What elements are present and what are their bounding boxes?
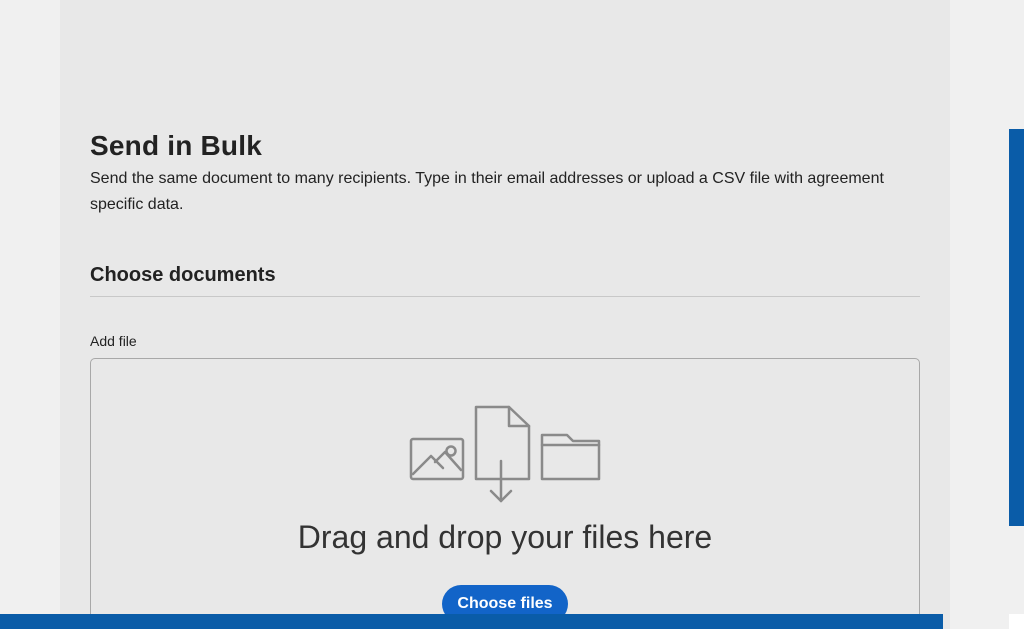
- document-download-icon: [474, 405, 531, 503]
- dropzone-text: Drag and drop your files here: [297, 519, 713, 555]
- folder-icon: [540, 433, 601, 481]
- bottom-accent-bar: [0, 614, 943, 629]
- page-description: Send the same document to many recipient…: [90, 170, 884, 213]
- side-panel-accent: [1009, 129, 1024, 526]
- file-upload-illustration: [409, 405, 601, 503]
- image-file-icon: [409, 437, 465, 481]
- page: Send in Bulk Send the same document to m…: [0, 0, 1024, 629]
- corner-block: [1009, 614, 1024, 629]
- file-dropzone[interactable]: Drag and drop your files here Choose fil…: [90, 358, 920, 629]
- page-title: Send in Bulk: [90, 130, 262, 161]
- add-file-label: Add file: [90, 333, 137, 349]
- section-divider: [90, 296, 920, 297]
- section-heading-choose-documents: Choose documents: [90, 264, 276, 286]
